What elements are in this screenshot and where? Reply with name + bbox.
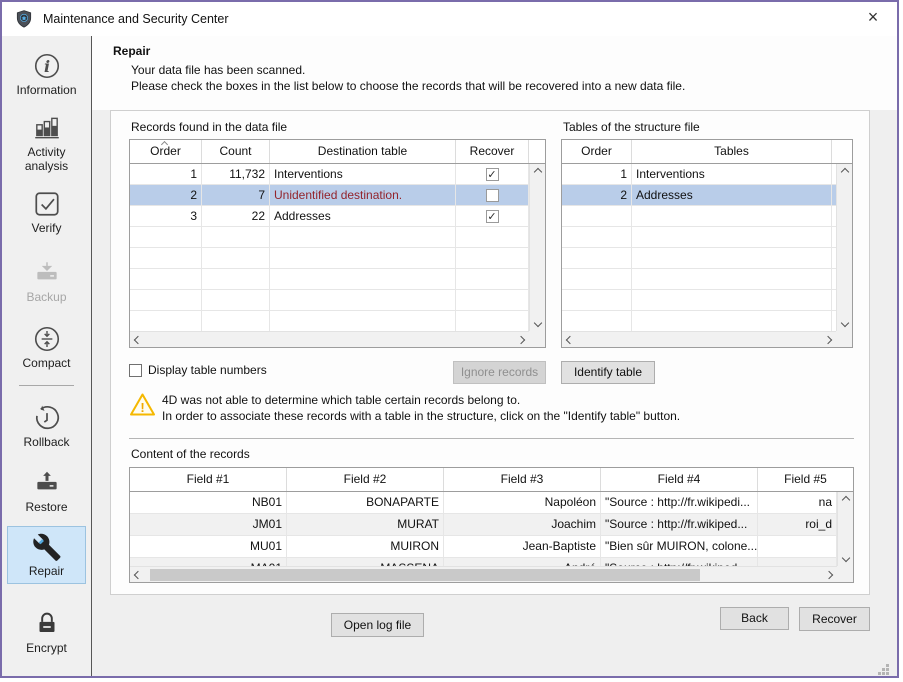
checkbox-check-icon (7, 189, 86, 221)
record-row[interactable]: NB01 BONAPARTE Napoléon "Source : http:/… (130, 492, 837, 514)
table-row[interactable]: 3 22 Addresses ✓ (130, 206, 529, 227)
sidebar-divider (19, 385, 74, 386)
scroll-down-icon[interactable] (840, 319, 848, 327)
scroll-left-icon[interactable] (134, 570, 142, 578)
sidebar-item-verify[interactable]: Verify (7, 184, 86, 240)
identify-table-button[interactable]: Identify table (561, 361, 655, 384)
close-icon[interactable]: × (863, 7, 883, 28)
records-table-label: Records found in the data file (131, 120, 287, 134)
recover-checkbox[interactable]: ✓ (486, 210, 499, 223)
warning-line-2: In order to associate these records with… (162, 409, 680, 423)
display-table-numbers-control[interactable]: Display table numbers (129, 363, 267, 377)
vertical-scrollbar[interactable] (836, 164, 852, 331)
recover-checkbox[interactable]: ✓ (486, 168, 499, 181)
padlock-icon (7, 609, 86, 641)
recover-button[interactable]: Recover (799, 607, 870, 631)
scroll-up-icon[interactable] (840, 168, 848, 176)
sidebar-item-information[interactable]: i Information (7, 46, 86, 102)
structure-table: Order Tables 1 Interventions 2 Addresses (561, 139, 853, 348)
maintenance-security-center-window: Maintenance and Security Center × i Info… (0, 0, 899, 678)
sidebar-item-restore[interactable]: Restore (7, 463, 86, 519)
sidebar-item-label: Encrypt (7, 641, 86, 660)
window-title: Maintenance and Security Center (43, 12, 229, 26)
resize-grip-icon[interactable] (878, 664, 890, 676)
record-row[interactable]: JM01 MURAT Joachim "Source : http://fr.w… (130, 514, 837, 536)
sidebar: i Information Activity analysis Verify (2, 36, 92, 676)
intro-line-1: Your data file has been scanned. (131, 63, 305, 77)
recover-checkbox[interactable] (486, 189, 499, 202)
title-bar: Maintenance and Security Center × (2, 2, 897, 36)
scroll-up-icon[interactable] (841, 496, 849, 504)
scroll-left-icon[interactable] (134, 335, 142, 343)
main-content: Repair Your data file has been scanned. … (92, 36, 897, 676)
sidebar-item-backup: Backup (7, 253, 86, 309)
structure-table-header[interactable]: Order Tables (562, 140, 852, 164)
repair-panel: Records found in the data file Order Cou… (110, 110, 870, 595)
scroll-right-icon[interactable] (825, 570, 833, 578)
scroll-right-icon[interactable] (517, 335, 525, 343)
content-table-label: Content of the records (131, 447, 250, 461)
records-table-header[interactable]: Order Count Destination table Recover (130, 140, 545, 164)
info-icon: i (7, 51, 86, 83)
sidebar-item-label: Verify (7, 221, 86, 240)
display-table-numbers-label: Display table numbers (148, 363, 267, 377)
scrollbar-corner (837, 566, 853, 582)
scrollbar-thumb[interactable] (150, 569, 700, 581)
sidebar-item-compact[interactable]: Compact (7, 319, 86, 375)
table-row-selected[interactable]: 2 Addresses (562, 185, 836, 206)
vertical-scrollbar[interactable] (529, 164, 545, 331)
compress-icon (7, 324, 86, 356)
sidebar-item-label: Information (7, 83, 86, 102)
sidebar-item-repair[interactable]: Repair (7, 526, 86, 584)
section-divider (129, 438, 854, 439)
svg-text:!: ! (140, 400, 144, 415)
sidebar-item-label: Backup (7, 290, 86, 309)
sidebar-item-label: Restore (7, 500, 86, 519)
content-table: Field #1 Field #2 Field #3 Field #4 Fiel… (129, 467, 854, 583)
record-row[interactable]: MU01 MUIRON Jean-Baptiste "Bien sûr MUIR… (130, 536, 837, 558)
sidebar-item-activity-analysis[interactable]: Activity analysis (7, 108, 86, 178)
sidebar-item-label: Repair (8, 564, 85, 583)
scrollbar-corner (529, 331, 545, 347)
page-title: Repair (113, 44, 150, 58)
restore-drive-icon (7, 468, 86, 500)
structure-table-label: Tables of the structure file (563, 120, 700, 134)
bar-chart-icon (7, 113, 86, 145)
horizontal-scrollbar[interactable] (562, 331, 836, 347)
scroll-down-icon[interactable] (533, 319, 541, 327)
scroll-left-icon[interactable] (566, 335, 574, 343)
intro-line-2: Please check the boxes in the list below… (131, 79, 685, 93)
content-table-header[interactable]: Field #1 Field #2 Field #3 Field #4 Fiel… (130, 468, 853, 492)
sidebar-item-label: Compact (7, 356, 86, 375)
svg-text:i: i (43, 57, 49, 76)
vertical-scrollbar[interactable] (837, 492, 853, 566)
rollback-clock-icon (7, 403, 86, 435)
table-row[interactable]: 1 Interventions (562, 164, 836, 185)
ignore-records-button[interactable]: Ignore records (453, 361, 546, 384)
wrench-icon (8, 532, 85, 564)
shield-icon (14, 9, 34, 29)
sidebar-item-rollback[interactable]: Rollback (7, 398, 86, 454)
scroll-down-icon[interactable] (841, 554, 849, 562)
scroll-up-icon[interactable] (533, 168, 541, 176)
back-button[interactable]: Back (720, 607, 789, 630)
scroll-right-icon[interactable] (824, 335, 832, 343)
record-row[interactable]: MA01 MASSENA André "Source : http://fr.w… (130, 558, 837, 566)
records-table: Order Count Destination table Recover 1 … (129, 139, 546, 348)
backup-drive-icon (7, 258, 86, 290)
open-log-file-button[interactable]: Open log file (331, 613, 424, 637)
sidebar-item-encrypt[interactable]: Encrypt (7, 604, 86, 660)
horizontal-scrollbar[interactable] (130, 566, 837, 582)
horizontal-scrollbar[interactable] (130, 331, 529, 347)
warning-line-1: 4D was not able to determine which table… (162, 393, 520, 407)
warning-icon: ! (129, 392, 156, 422)
sidebar-item-label: Activity analysis (7, 145, 86, 178)
sidebar-item-label: Rollback (7, 435, 86, 454)
display-table-numbers-checkbox[interactable] (129, 364, 142, 377)
scrollbar-corner (836, 331, 852, 347)
table-row-selected[interactable]: 2 7 Unidentified destination. (130, 185, 529, 206)
table-row[interactable]: 1 11,732 Interventions ✓ (130, 164, 529, 185)
